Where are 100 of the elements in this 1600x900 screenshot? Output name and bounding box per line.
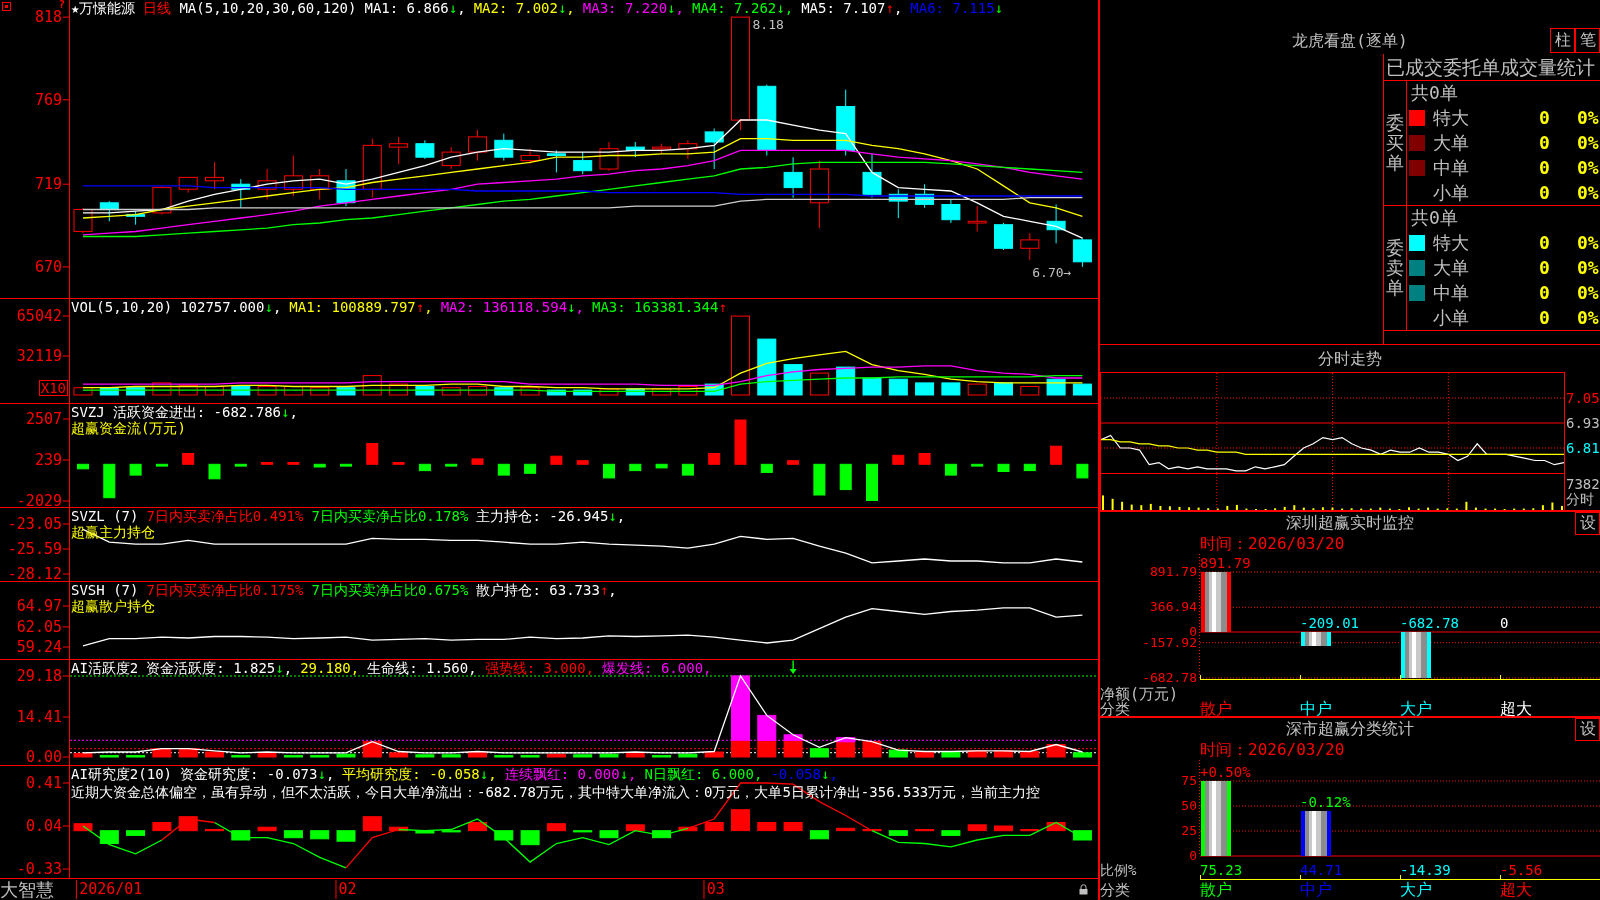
category-label: 超大 [1500, 880, 1532, 899]
axis-label: 32119 [16, 348, 62, 364]
value-label: 44.71 [1300, 862, 1343, 878]
price-annotation: 8.18 [752, 17, 784, 33]
axis-label: 2507 [25, 411, 62, 427]
value-label: -5.56 [1500, 862, 1543, 878]
value-label: 891.79 [1200, 555, 1251, 571]
order-share: 0% [1577, 157, 1599, 178]
axis-label: 6.81 [1566, 441, 1600, 455]
legend-text: ★万憬能源 [71, 0, 136, 16]
legend-text: 资金研究度: -0.073↓, [180, 766, 335, 782]
legend-text: MA3: 163381.344↑ [591, 299, 727, 315]
panel-title: 深圳超赢实时监控 [1286, 512, 1414, 534]
axis-label: -2029 [16, 493, 62, 509]
volume-scale-label: 7382 [1566, 477, 1600, 492]
legend-text: 29.180, [300, 660, 360, 676]
axis-label: 65042 [16, 308, 62, 324]
axis-label: -25.59 [7, 541, 62, 557]
order-share: 0% [1577, 258, 1599, 278]
date-label: 2026/01 [76, 880, 143, 899]
legend-text: AI研究度2(10) [71, 766, 172, 782]
panel-title: 分时走势 [1318, 349, 1382, 368]
legend-text: 7日内买卖净占比0.178% [311, 508, 469, 524]
legend-text: MA2: 7.002↓, [473, 0, 575, 16]
order-share: 0% [1577, 108, 1599, 129]
axis-label: 0.41 [25, 775, 62, 791]
category-label: 中户 [1300, 699, 1332, 718]
axis-label: 239 [34, 452, 62, 468]
order-size-label: 小单 [1433, 182, 1469, 203]
change-label: +0.50% [1200, 763, 1251, 780]
legend-text: 日线 [143, 0, 172, 16]
legend-text: MA4: 7.262↓, [691, 0, 794, 16]
value-label: -209.01 [1300, 615, 1359, 631]
legend-text: 平均研究度: -0.058↓, [342, 766, 497, 782]
axis-label: 670 [34, 259, 62, 275]
table-title: 已成交委托单成交量统计 [1386, 56, 1595, 78]
axis-label: -28.12 [7, 566, 62, 582]
legend-text: MA3: 7.220↓, [582, 0, 684, 16]
axis-label: -0.33 [16, 861, 62, 877]
axis-title: 比例% [1100, 862, 1137, 878]
order-count: 0 [1539, 133, 1550, 153]
category-label: 中户 [1300, 880, 1332, 899]
axis-label: 0.04 [25, 818, 62, 834]
price-annotation: 6.70→ [1032, 264, 1072, 280]
timestamp: 时间：2026/03/20 [1200, 534, 1345, 553]
axis-title: 分类 [1100, 881, 1130, 899]
order-count: 0 [1539, 157, 1550, 178]
category-label: 超大 [1500, 699, 1532, 718]
category-label: 大户 [1400, 880, 1432, 899]
category-label: 大户 [1400, 699, 1432, 718]
order-size-label: 大单 [1433, 258, 1469, 278]
indicator-name: 超赢资金流(万元) [71, 420, 186, 436]
legend-text: MA1: 6.866↓, [364, 0, 466, 16]
axis-label: 75 [1181, 776, 1197, 786]
side-label: 委买单 [1386, 113, 1404, 173]
order-count: 0 [1539, 182, 1550, 203]
axis-label: 25 [1181, 826, 1197, 836]
order-size-label: 大单 [1433, 133, 1469, 153]
order-share: 0% [1577, 133, 1599, 153]
axis-label: 891.79 [1150, 567, 1197, 577]
order-total: 共0单 [1410, 83, 1458, 104]
legend-text: 连续飘红: 0.000↓, [504, 766, 637, 782]
legend-text: 资金活跃度: 1.825↓, [146, 660, 293, 676]
order-count: 0 [1539, 282, 1550, 303]
axis-label: 366.94 [1150, 602, 1197, 613]
axis-label: 0.00 [25, 749, 62, 765]
axis-label: 719 [34, 176, 62, 192]
value-label: 0 [1500, 615, 1509, 631]
legend-text: 散户持仓: 63.733↑, [476, 582, 617, 598]
legend-text: 主力持仓: -26.945↓, [476, 508, 626, 524]
legend-text: SVZJ [71, 404, 105, 420]
legend-text: 7日内买卖净占比0.175% [146, 582, 304, 598]
legend-text: SVSH (7) [71, 582, 139, 598]
legend-text: VOL(5,10,20) [71, 299, 173, 315]
order-size-label: 中单 [1433, 157, 1469, 178]
legend-text: N日飘红: 6.000, [644, 766, 763, 782]
legend-text: 7日内买卖净占比0.491% [146, 508, 304, 524]
change-label: -0.12% [1300, 794, 1351, 811]
axis-label: -23.05 [7, 516, 62, 532]
legend-text: 活跃资金进出: -682.786↓, [112, 404, 298, 420]
axis-label: -682.78 [1142, 673, 1197, 683]
order-share: 0% [1577, 307, 1599, 328]
order-share: 0% [1577, 182, 1599, 203]
order-size-label: 特大 [1433, 233, 1469, 254]
axis-label: 769 [34, 92, 62, 108]
order-count: 0 [1539, 258, 1550, 278]
timestamp: 时间：2026/03/20 [1200, 740, 1345, 759]
axis-label: 0 [1189, 851, 1197, 861]
order-total: 共0单 [1410, 208, 1458, 229]
legend-text: 强势线: 3.000, [484, 660, 595, 676]
order-count: 0 [1539, 233, 1550, 254]
pane-label: 分时 [1566, 492, 1594, 507]
order-share: 0% [1577, 282, 1599, 303]
legend-text: MA6: 7.115↓ [910, 0, 1004, 16]
axis-label: 0 [1189, 627, 1197, 637]
order-share: 0% [1577, 233, 1599, 254]
date-label: 03 [703, 880, 725, 899]
brand-name: 大智慧 [0, 879, 54, 900]
date-label: 02 [335, 880, 357, 899]
axis-label: 29.18 [16, 668, 62, 684]
